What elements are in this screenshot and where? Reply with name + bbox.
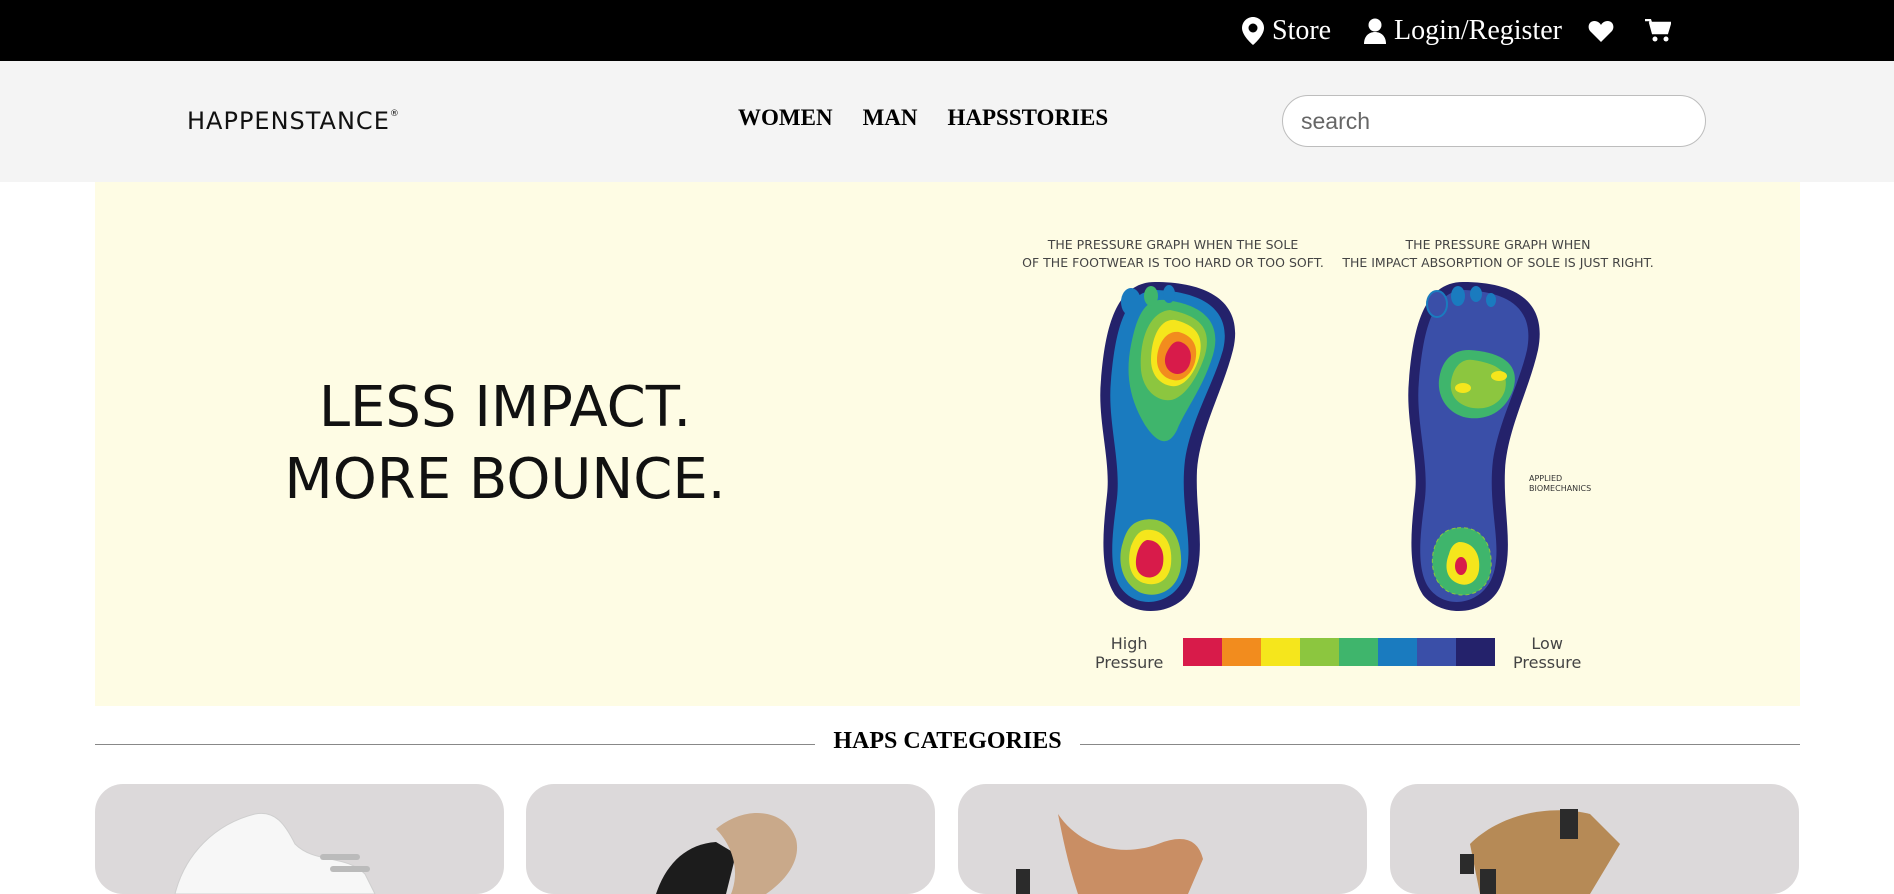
main-header: HAPPENSTANCE® WOMEN MAN HAPSSTORIES (0, 61, 1894, 182)
main-nav: WOMEN MAN HAPSSTORIES (738, 105, 1108, 131)
high-pressure-label: High Pressure (1095, 634, 1164, 672)
nav-women[interactable]: WOMEN (738, 105, 833, 131)
right-graph-caption: THE PRESSURE GRAPH WHEN THE IMPACT ABSOR… (1342, 237, 1654, 270)
scale-swatch (1456, 638, 1495, 666)
categories-heading: HAPS CATEGORIES (95, 728, 1800, 756)
cart-button[interactable] (1645, 14, 1671, 48)
category-card-sandal[interactable] (526, 784, 935, 894)
cart-icon (1645, 19, 1671, 43)
scale-swatch (1261, 638, 1300, 666)
login-register-label: Login/Register (1394, 15, 1562, 46)
map-pin-icon (1242, 17, 1264, 45)
nav-man[interactable]: MAN (863, 105, 918, 131)
black-sandal-image (656, 812, 798, 894)
nav-hapsstories[interactable]: HAPSSTORIES (948, 105, 1109, 131)
left-graph-caption: THE PRESSURE GRAPH WHEN THE SOLE OF THE … (1022, 237, 1324, 270)
applied-biomechanics-note: APPLIED BIOMECHANICS (1529, 474, 1592, 493)
heart-icon (1588, 20, 1614, 42)
store-link[interactable]: Store (1242, 14, 1331, 48)
tan-heel-image (1016, 814, 1203, 894)
brown-strap-sandal-image (1460, 809, 1620, 894)
category-card-heel[interactable] (958, 784, 1367, 894)
pressure-color-scale (1183, 638, 1495, 666)
top-bar: Store Login/Register (0, 0, 1894, 61)
brand-logo[interactable]: HAPPENSTANCE® (187, 107, 400, 135)
low-pressure-label: Low Pressure (1513, 634, 1582, 672)
categories-title: HAPS CATEGORIES (833, 728, 1062, 754)
scale-swatch (1222, 638, 1261, 666)
category-card-strap-sandal[interactable] (1390, 784, 1799, 894)
hero-headline: LESS IMPACT. MORE BOUNCE. (284, 375, 726, 512)
scale-swatch (1378, 638, 1417, 666)
scale-swatch (1300, 638, 1339, 666)
login-register-link[interactable]: Login/Register (1364, 14, 1562, 48)
search-input[interactable] (1282, 95, 1706, 147)
scale-swatch (1417, 638, 1456, 666)
category-card-sneaker[interactable] (95, 784, 504, 894)
wishlist-button[interactable] (1588, 14, 1614, 48)
white-sneaker-image (174, 812, 376, 894)
pressure-map-bad-sole (1100, 282, 1236, 612)
store-label: Store (1272, 15, 1332, 46)
scale-swatch (1339, 638, 1378, 666)
scale-swatch (1183, 638, 1222, 666)
user-icon (1364, 18, 1386, 44)
pressure-map-good-sole (1408, 282, 1540, 612)
hero-banner[interactable]: LESS IMPACT. MORE BOUNCE. THE PRESSURE G… (95, 182, 1800, 706)
